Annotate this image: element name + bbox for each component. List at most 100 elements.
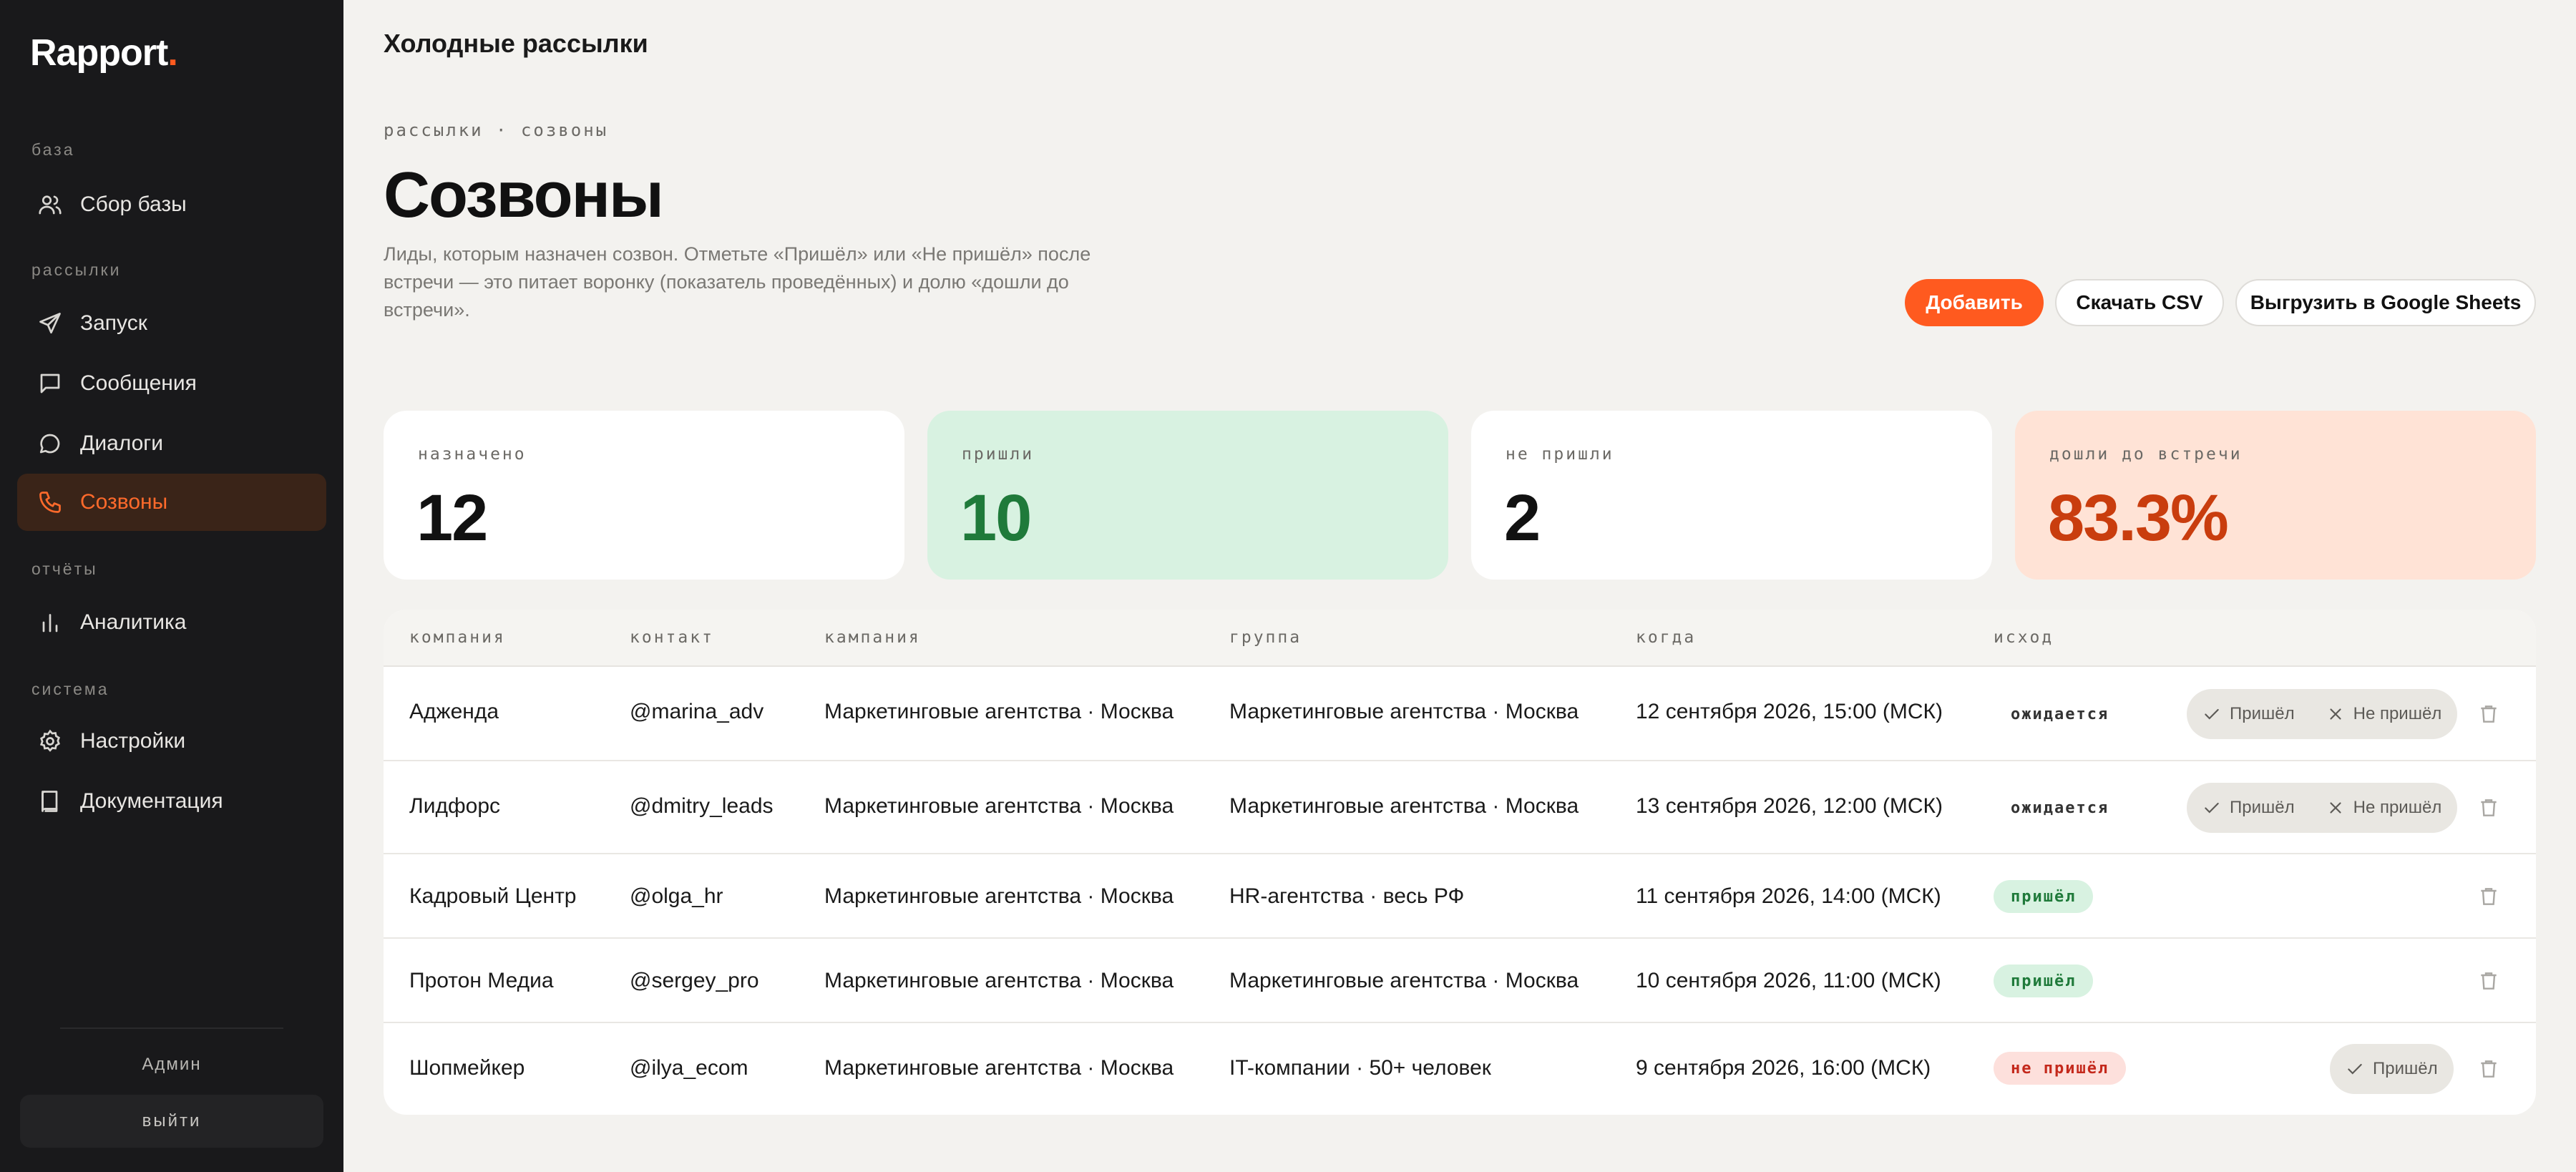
nav-section-base: база	[31, 140, 75, 159]
stat-card-came: пришли 10	[927, 411, 1448, 580]
stat-card-scheduled: назначено 12	[384, 411, 904, 580]
sidebar-item-settings[interactable]: Настройки	[17, 713, 326, 770]
trash-icon[interactable]	[2477, 703, 2500, 726]
cell-group: HR-агентства · весь РФ	[1229, 884, 1465, 908]
stat-value: 2	[1504, 482, 1541, 555]
nav-section-system: система	[31, 680, 109, 698]
cell-campaign: Маркетинговые агентства · Москва	[824, 884, 1174, 908]
cell-company: Кадровый Центр	[409, 884, 577, 908]
cell-group: Маркетинговые агентства · Москва	[1229, 700, 1579, 723]
cell-group: IT-компании · 50+ человек	[1229, 1056, 1491, 1080]
cell-when: 13 сентября 2026, 12:00 (МСК)	[1636, 794, 1943, 818]
button-label: Не пришёл	[2353, 798, 2442, 817]
stat-label: пришли	[962, 445, 1035, 464]
breadcrumb: рассылки · созвоны	[384, 120, 609, 140]
book-icon	[42, 791, 58, 812]
cell-contact[interactable]: @marina_adv	[630, 700, 763, 724]
sidebar-item-calls[interactable]: Созвоны	[17, 474, 326, 531]
app-section-title: Холодные рассылки	[384, 29, 648, 58]
mark-missed-button[interactable]: Не пришёл	[2311, 783, 2458, 833]
close-icon	[2330, 802, 2341, 814]
cell-when: 10 сентября 2026, 11:00 (МСК)	[1636, 969, 1941, 992]
trash-icon[interactable]	[2477, 1058, 2500, 1080]
table-row: Кадровый Центр @olga_hr Маркетинговые аг…	[384, 854, 2536, 939]
check-icon	[2205, 802, 2219, 814]
outcome-actions: Пришёл Не пришёл	[2187, 689, 2458, 739]
close-icon	[2330, 708, 2341, 720]
column-header-outcome: исход	[1994, 628, 2054, 647]
cell-contact[interactable]: @dmitry_leads	[630, 794, 774, 819]
check-icon	[2348, 1063, 2362, 1075]
status-badge: пришёл	[1994, 880, 2094, 913]
mark-came-button[interactable]: Пришёл	[2187, 689, 2311, 739]
table-row: Адженда @marina_adv Маркетинговые агентс…	[384, 667, 2536, 761]
button-label: Пришёл	[2230, 798, 2295, 817]
table-row: Шопмейкер @ilya_ecom Маркетинговые агент…	[384, 1023, 2536, 1115]
sidebar-item-docs[interactable]: Документация	[17, 773, 326, 830]
cell-company: Адженда	[409, 700, 499, 723]
sidebar-item-dialogs[interactable]: Диалоги	[17, 415, 326, 472]
status-badge: не пришёл	[1994, 1052, 2127, 1085]
mark-came-button[interactable]: Пришёл	[2187, 783, 2311, 833]
message-square-icon	[40, 373, 60, 394]
stat-value: 12	[416, 482, 488, 555]
cell-campaign: Маркетинговые агентства · Москва	[824, 794, 1174, 818]
table-row: Лидфорс @dmitry_leads Маркетинговые аген…	[384, 761, 2536, 854]
cell-group: Маркетинговые агентства · Москва	[1229, 794, 1579, 818]
add-button[interactable]: Добавить	[1905, 279, 2044, 326]
phone-icon	[39, 492, 61, 513]
nav-section-mailings: рассылки	[31, 260, 122, 279]
sidebar-item-label: Сбор базы	[80, 192, 187, 216]
cell-campaign: Маркетинговые агентства · Москва	[824, 1056, 1174, 1080]
sidebar-item-analytics[interactable]: Аналитика	[17, 594, 326, 651]
nav-section-reports: отчёты	[31, 560, 98, 578]
sidebar-divider	[60, 1027, 283, 1029]
cell-when: 12 сентября 2026, 15:00 (МСК)	[1636, 700, 1943, 723]
cell-when: 11 сентября 2026, 14:00 (МСК)	[1636, 884, 1941, 908]
page-title: Созвоны	[384, 160, 664, 231]
cell-contact[interactable]: @ilya_ecom	[630, 1056, 748, 1080]
status-badge: пришёл	[1994, 965, 2094, 997]
sidebar-item-label: Аналитика	[80, 610, 187, 634]
cell-company: Лидфорс	[409, 794, 501, 818]
cell-contact[interactable]: @olga_hr	[630, 884, 723, 909]
column-header-contact: контакт	[630, 628, 714, 647]
column-header-when: когда	[1636, 628, 1697, 647]
export-google-sheets-button[interactable]: Выгрузить в Google Sheets	[2235, 279, 2536, 326]
sidebar-item-messages[interactable]: Сообщения	[17, 355, 326, 412]
cell-company: Протон Медиа	[409, 969, 554, 992]
stat-card-conversion: дошли до встречи 83.3%	[2015, 411, 2536, 580]
download-csv-button[interactable]: Скачать CSV	[2055, 279, 2224, 326]
trash-icon[interactable]	[2477, 796, 2500, 819]
mark-missed-button[interactable]: Не пришёл	[2311, 689, 2458, 739]
logout-button[interactable]: выйти	[20, 1095, 323, 1148]
stat-value: 83.3%	[2048, 482, 2229, 555]
send-icon	[39, 313, 61, 334]
stat-label: дошли до встречи	[2049, 445, 2243, 464]
check-icon	[2205, 708, 2219, 720]
sidebar-item-collect-base[interactable]: Сбор базы	[17, 176, 326, 233]
column-header-company: компания	[409, 628, 506, 647]
trash-icon[interactable]	[2477, 885, 2500, 908]
cell-contact[interactable]: @sergey_pro	[630, 969, 759, 993]
cell-campaign: Маркетинговые агентства · Москва	[824, 969, 1174, 992]
mark-came-button[interactable]: Пришёл	[2330, 1044, 2454, 1094]
column-header-campaign: кампания	[824, 628, 921, 647]
stat-label: не пришли	[1506, 445, 1614, 464]
table-row: Протон Медиа @sergey_pro Маркетинговые а…	[384, 939, 2536, 1023]
app-logo[interactable]: Rapport.	[30, 31, 178, 74]
sidebar-item-label: Настройки	[80, 729, 186, 753]
outcome-actions: Пришёл	[2330, 1044, 2454, 1094]
sidebar-item-launch[interactable]: Запуск	[17, 295, 326, 352]
cell-group: Маркетинговые агентства · Москва	[1229, 969, 1579, 992]
chat-bubble-icon	[39, 434, 60, 454]
stat-value: 10	[960, 482, 1032, 555]
users-icon	[39, 195, 62, 215]
page-description: Лиды, которым назначен созвон. Отметьте …	[384, 243, 1091, 321]
trash-icon[interactable]	[2477, 970, 2500, 992]
cell-company: Шопмейкер	[409, 1056, 525, 1080]
status-badge: ожидается	[1994, 698, 2127, 731]
table-header: компания контакт кампания группа когда и…	[384, 610, 2536, 667]
stat-label: назначено	[418, 445, 527, 464]
user-name: Админ	[142, 1055, 202, 1074]
